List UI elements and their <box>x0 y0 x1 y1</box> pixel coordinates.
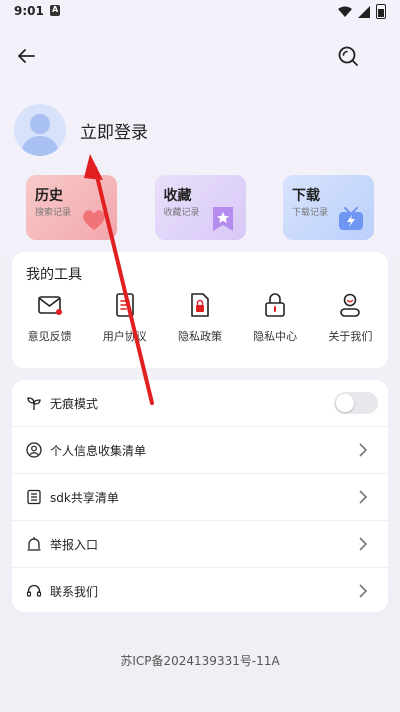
lock-icon <box>265 293 285 317</box>
tool-user-agreement-label: 用户协议 <box>102 330 147 343</box>
favorites-sub: 收藏记录 <box>163 208 200 218</box>
signal-icon <box>358 5 370 18</box>
history-sub: 搜索记录 <box>35 208 72 218</box>
avatar[interactable] <box>14 104 66 156</box>
icp-footer: 苏ICP备2024139331号-11A <box>120 654 280 668</box>
chevron-right-icon <box>359 537 368 551</box>
login-label[interactable]: 立即登录 <box>80 118 148 143</box>
downloads-card[interactable]: 下载 下载记录 <box>283 175 374 240</box>
search-icon[interactable] <box>336 44 360 68</box>
headset-icon <box>26 584 42 597</box>
lock-document-icon <box>191 293 209 317</box>
wifi-icon <box>338 6 352 17</box>
top-bar <box>0 38 400 78</box>
chevron-right-icon <box>359 443 368 457</box>
battery-icon <box>376 4 386 19</box>
login-area[interactable]: 立即登录 <box>14 104 148 156</box>
sprout-icon <box>27 397 41 410</box>
quick-cards: 历史 搜索记录 收藏 收藏记录 下载 下载记录 <box>26 175 374 240</box>
tool-privacy-policy[interactable]: 隐私政策 <box>164 292 236 344</box>
history-card[interactable]: 历史 搜索记录 <box>26 175 117 240</box>
list-item-sdk-sharing[interactable]: sdk共享清单 <box>12 474 388 521</box>
sim-icon <box>50 5 60 16</box>
history-title: 历史 <box>35 188 63 204</box>
chevron-right-icon <box>359 584 368 598</box>
favorites-title: 收藏 <box>163 188 192 204</box>
list-item-report[interactable]: 举报入口 <box>12 521 388 568</box>
alarm-icon <box>27 537 41 551</box>
status-time: 9:01 <box>14 4 44 18</box>
report-label: 举报入口 <box>50 537 99 552</box>
incognito-toggle[interactable] <box>334 392 378 414</box>
list-icon <box>27 489 41 505</box>
sdk-sharing-label: sdk共享清单 <box>50 490 119 505</box>
document-icon <box>115 293 134 317</box>
user-circle-icon <box>26 442 42 458</box>
tool-privacy-center-label: 隐私中心 <box>253 330 298 343</box>
status-bar: 9:01 <box>0 0 400 24</box>
my-tools-panel: 我的工具 意见反馈 用户协议 隐私政策 隐私中心 关于我们 <box>12 252 388 368</box>
tool-feedback-label: 意见反馈 <box>27 330 72 343</box>
tool-privacy-policy-label: 隐私政策 <box>177 330 222 343</box>
settings-panel: 无痕模式 个人信息收集清单 sdk共享清单 举报入口 联系我们 <box>12 380 388 612</box>
my-tools-title: 我的工具 <box>26 267 82 283</box>
incognito-label: 无痕模式 <box>50 396 99 411</box>
mail-icon <box>37 296 62 315</box>
list-item-personal-info[interactable]: 个人信息收集清单 <box>12 427 388 474</box>
tool-about-us[interactable]: 关于我们 <box>314 292 386 344</box>
bookmark-star-icon <box>212 207 233 231</box>
downloads-title: 下载 <box>292 188 320 204</box>
chevron-right-icon <box>359 490 368 504</box>
tool-user-agreement[interactable]: 用户协议 <box>89 292 161 344</box>
downloads-sub: 下载记录 <box>292 208 329 218</box>
tv-download-icon <box>339 207 363 230</box>
back-arrow-icon[interactable] <box>14 44 38 68</box>
tool-about-us-label: 关于我们 <box>328 330 373 343</box>
tool-feedback[interactable]: 意见反馈 <box>14 292 86 344</box>
list-item-contact-us[interactable]: 联系我们 <box>12 568 388 614</box>
heart-icon <box>83 210 105 230</box>
favorites-card[interactable]: 收藏 收藏记录 <box>154 175 246 240</box>
contact-us-label: 联系我们 <box>50 584 99 599</box>
tool-privacy-center[interactable]: 隐私中心 <box>239 292 311 344</box>
list-item-incognito: 无痕模式 <box>12 380 388 427</box>
personal-info-label: 个人信息收集清单 <box>50 443 147 458</box>
person-icon <box>340 293 361 317</box>
